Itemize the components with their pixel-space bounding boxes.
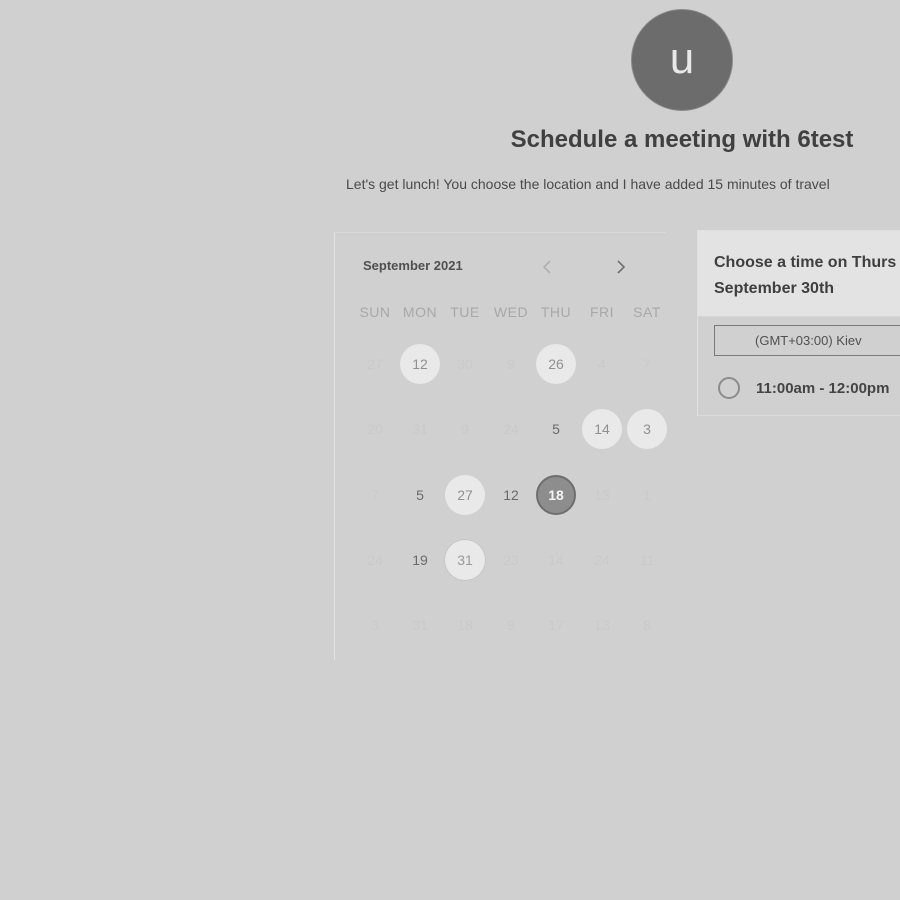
chevron-right-icon (617, 260, 626, 274)
calendar-day: 24 (503, 421, 519, 437)
avatar: u (631, 9, 733, 111)
time-slot[interactable]: 11:00am - 12:00pm (718, 377, 900, 403)
calendar: September 2021 SUN MON TUE WED THU FRI SAT 27 1… (334, 232, 667, 660)
time-panel-header: Choose a time on Thurs September 30th (698, 231, 900, 317)
weekday-wed: WED (493, 304, 529, 320)
month-label: September 2021 (363, 258, 463, 273)
calendar-day: 13 (594, 617, 610, 633)
calendar-day: 27 (367, 356, 383, 372)
calendar-day: 8 (643, 617, 651, 633)
calendar-day: 7 (371, 487, 379, 503)
calendar-day: 17 (548, 617, 564, 633)
calendar-day: 9 (507, 356, 515, 372)
scheduling-page: u Schedule a meeting with 6test Let's ge… (0, 0, 900, 900)
calendar-day: 24 (367, 552, 383, 568)
calendar-day: 1 (643, 487, 651, 503)
calendar-day: 14 (548, 552, 564, 568)
calendar-day: 18 (457, 617, 473, 633)
calendar-day[interactable]: 12 (491, 475, 531, 515)
calendar-day[interactable]: 19 (400, 540, 440, 580)
calendar-day[interactable]: 31 (444, 539, 486, 581)
calendar-day[interactable]: 12 (400, 344, 440, 384)
timezone-select[interactable]: (GMT+03:00) Kiev (714, 325, 900, 356)
weekday-sun: SUN (359, 304, 391, 320)
time-heading-line2: September 30th (714, 280, 835, 297)
calendar-day: 11 (639, 552, 655, 568)
weekday-mon: MON (402, 304, 438, 320)
calendar-day[interactable]: 14 (582, 409, 622, 449)
time-slot-radio[interactable] (718, 377, 740, 399)
calendar-day: 31 (412, 421, 428, 437)
calendar-day: 23 (503, 552, 519, 568)
calendar-day: 13 (594, 487, 610, 503)
next-month-button[interactable] (611, 257, 631, 277)
calendar-day[interactable]: 5 (400, 475, 440, 515)
prev-month-button[interactable] (537, 257, 557, 277)
calendar-day: 9 (507, 617, 515, 633)
calendar-day: 4 (598, 356, 606, 372)
calendar-day: 7 (643, 356, 651, 372)
time-panel: Choose a time on Thurs September 30th (G… (697, 230, 900, 416)
chevron-left-icon (542, 260, 551, 274)
page-title: Schedule a meeting with 6test (510, 126, 854, 153)
weekday-tue: TUE (450, 304, 480, 320)
calendar-day[interactable]: 18 (536, 475, 576, 515)
calendar-day[interactable]: 3 (627, 409, 667, 449)
weekday-thu: THU (540, 304, 572, 320)
time-slot-label: 11:00am - 12:00pm (756, 380, 890, 397)
event-description: Let's get lunch! You choose the location… (346, 176, 830, 192)
calendar-day[interactable]: 26 (536, 344, 576, 384)
avatar-initial: u (669, 34, 695, 83)
calendar-day: 31 (412, 617, 428, 633)
weekday-sat: SAT (633, 304, 661, 320)
time-panel-heading: Choose a time on Thurs September 30th (714, 250, 900, 302)
weekday-fri: FRI (589, 304, 615, 320)
time-heading-line1: Choose a time on Thurs (714, 254, 897, 271)
calendar-day: 30 (457, 356, 473, 372)
calendar-day[interactable]: 5 (536, 409, 576, 449)
calendar-day[interactable]: 27 (445, 475, 485, 515)
calendar-day: 20 (367, 421, 383, 437)
calendar-day: 3 (371, 617, 379, 633)
calendar-day: 24 (594, 552, 610, 568)
calendar-day: 9 (461, 421, 469, 437)
